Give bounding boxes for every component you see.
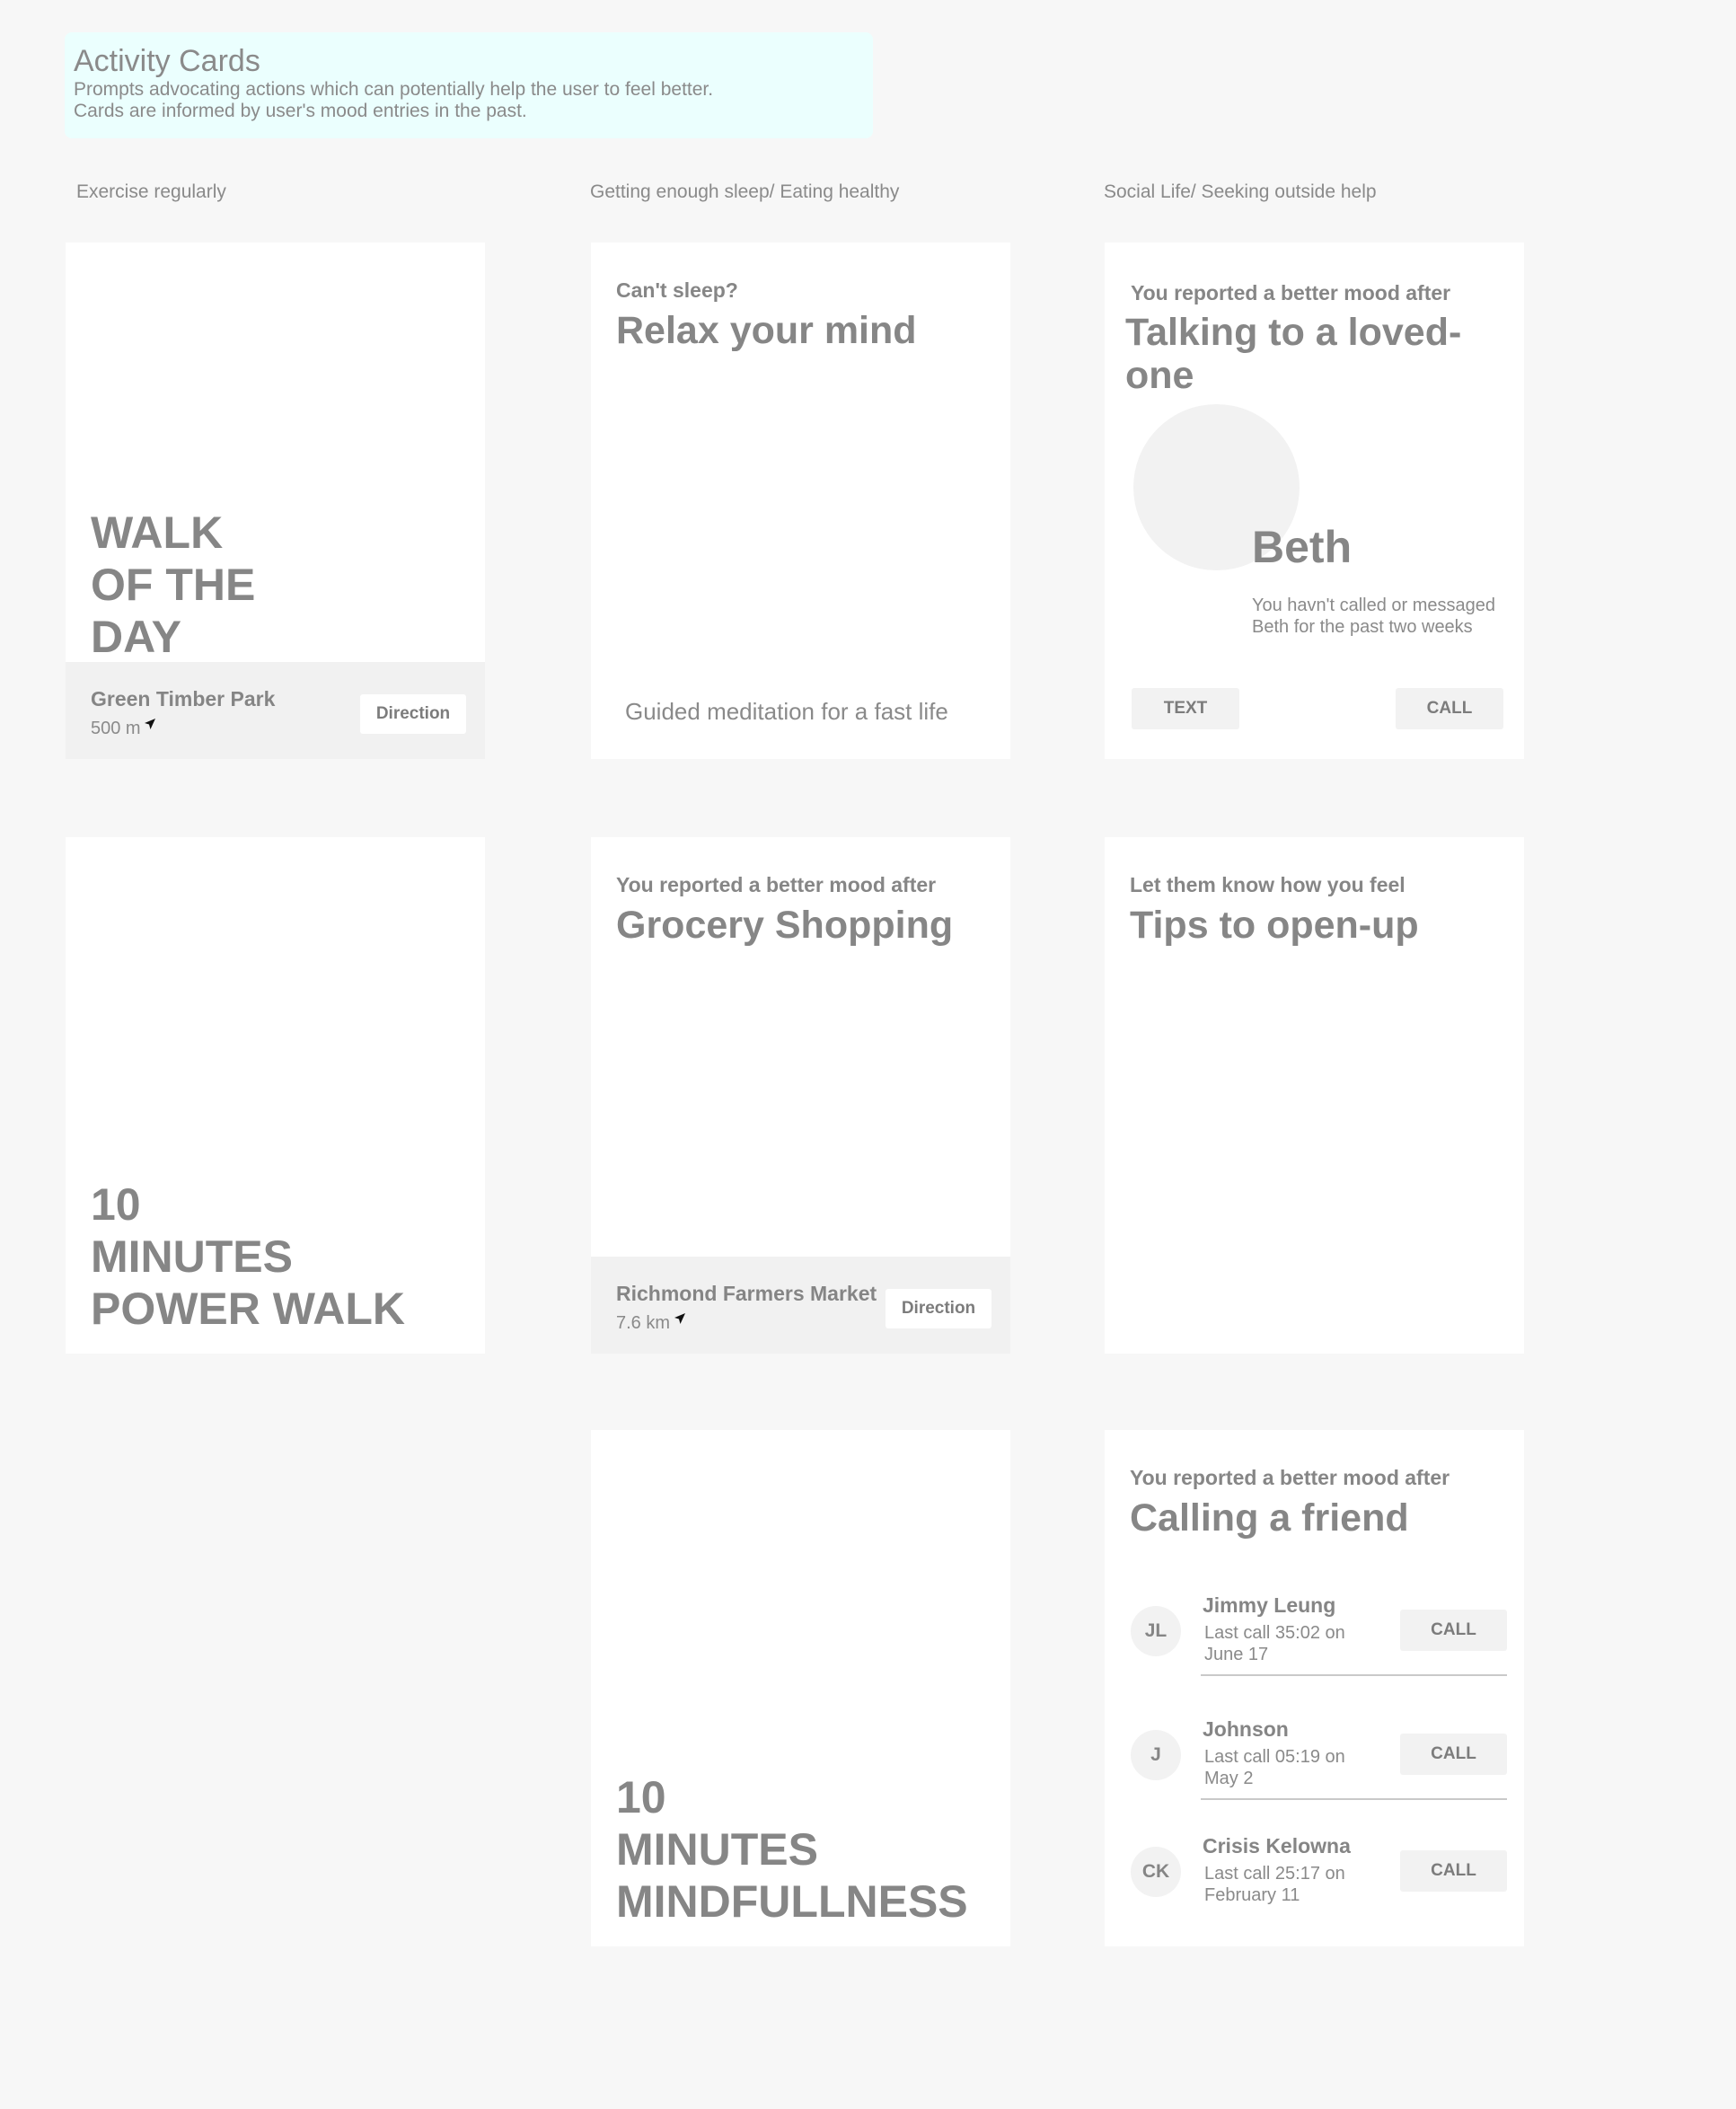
walk-distance-value: 500 m	[91, 719, 141, 738]
call-button[interactable]: CALL	[1396, 688, 1503, 729]
power-walk-line-3: POWER WALK	[91, 1284, 405, 1334]
tips-kicker: Let them know how you feel	[1130, 873, 1406, 896]
contact-name: Jimmy Leung	[1203, 1593, 1336, 1617]
contact-call-button[interactable]: CALL	[1400, 1850, 1507, 1892]
contact-row[interactable]: JL Jimmy Leung Last call 35:02 on June 1…	[1105, 1593, 1524, 1710]
location-arrow-icon	[674, 1313, 685, 1324]
walk-title-line-2: OF THE	[91, 560, 256, 610]
friend-kicker: You reported a better mood after	[1130, 1466, 1450, 1489]
column-heading-exercise: Exercise regularly	[76, 181, 226, 202]
grocery-title: Grocery Shopping	[616, 904, 954, 947]
walk-title-line-1: WALK	[91, 507, 224, 558]
mindfulness-line-3: MINDFULLNESS	[616, 1876, 968, 1927]
loved-one-message: You havn't called or messaged Beth for t…	[1252, 596, 1496, 637]
contact-initials-avatar: J	[1131, 1730, 1181, 1780]
friend-title: Calling a friend	[1130, 1496, 1409, 1540]
walk-of-the-day-card[interactable]: WALK OF THE DAY Green Timber Park 500 m …	[66, 243, 485, 759]
walk-title: WALK OF THE DAY	[91, 507, 255, 663]
walk-location-footer: Green Timber Park 500 m Direction	[66, 662, 485, 759]
loved-one-title: Talking to a loved- one	[1125, 311, 1461, 397]
loved-one-title-line-1: Talking to a loved-	[1125, 311, 1462, 354]
walk-title-line-3: DAY	[91, 612, 181, 662]
note-description-line-2: Cards are informed by user's mood entrie…	[74, 101, 527, 121]
power-walk-title: 10 MINUTES POWER WALK	[91, 1178, 405, 1335]
power-walk-line-2: MINUTES	[91, 1231, 293, 1282]
contact-call-button[interactable]: CALL	[1400, 1734, 1507, 1775]
note-title: Activity Cards	[74, 44, 260, 78]
column-heading-social: Social Life/ Seeking outside help	[1104, 181, 1377, 202]
mindfulness-card[interactable]: 10 MINUTES MINDFULLNESS	[591, 1430, 1010, 1946]
grocery-place-name: Richmond Farmers Market	[616, 1282, 877, 1305]
contact-initials-avatar: CK	[1131, 1847, 1181, 1897]
mindfulness-line-2: MINUTES	[616, 1824, 818, 1875]
contact-name: Johnson	[1203, 1717, 1289, 1741]
loved-one-card[interactable]: You reported a better mood after Talking…	[1105, 243, 1524, 759]
walk-place-name: Green Timber Park	[91, 687, 276, 710]
contact-last-call: Last call 05:19 on May 2	[1204, 1747, 1345, 1788]
grocery-kicker: You reported a better mood after	[616, 873, 937, 896]
tips-to-open-up-card[interactable]: Let them know how you feel Tips to open-…	[1105, 837, 1524, 1354]
column-heading-sleep-eating: Getting enough sleep/ Eating healthy	[590, 181, 900, 202]
contact-last-call: Last call 25:17 on February 11	[1204, 1864, 1345, 1905]
relax-kicker: Can't sleep?	[616, 278, 738, 302]
relax-your-mind-card[interactable]: Can't sleep? Relax your mind Guided medi…	[591, 243, 1010, 759]
grocery-distance: 7.6 km	[616, 1312, 686, 1334]
contact-divider	[1201, 1798, 1507, 1800]
loved-one-title-line-2: one	[1125, 354, 1194, 397]
grocery-direction-button[interactable]: Direction	[886, 1289, 991, 1328]
text-button[interactable]: TEXT	[1132, 688, 1239, 729]
loved-one-name: Beth	[1252, 522, 1353, 572]
power-walk-card[interactable]: 10 MINUTES POWER WALK	[66, 837, 485, 1354]
contact-name: Crisis Kelowna	[1203, 1834, 1351, 1858]
mindfulness-line-1: 10	[616, 1772, 666, 1822]
note-description-line-1: Prompts advocating actions which can pot…	[74, 79, 714, 100]
contact-initials-avatar: JL	[1131, 1606, 1181, 1656]
contact-row[interactable]: CK Crisis Kelowna Last call 25:17 on Feb…	[1105, 1834, 1524, 1933]
relax-title: Relax your mind	[616, 309, 917, 352]
contact-row[interactable]: J Johnson Last call 05:19 on May 2 CALL	[1105, 1717, 1524, 1834]
loved-one-kicker: You reported a better mood after	[1131, 281, 1451, 304]
calling-a-friend-card[interactable]: You reported a better mood after Calling…	[1105, 1430, 1524, 1946]
location-arrow-icon	[145, 719, 156, 729]
mindfulness-title: 10 MINUTES MINDFULLNESS	[616, 1771, 968, 1928]
grocery-location-footer: Richmond Farmers Market 7.6 km Direction	[591, 1257, 1010, 1354]
walk-direction-button[interactable]: Direction	[360, 694, 466, 734]
contact-last-call: Last call 35:02 on June 17	[1204, 1623, 1345, 1664]
activity-cards-note: Activity Cards Prompts advocating action…	[65, 32, 873, 138]
contact-call-button[interactable]: CALL	[1400, 1610, 1507, 1651]
power-walk-line-1: 10	[91, 1179, 141, 1230]
contact-divider	[1201, 1674, 1507, 1676]
tips-title: Tips to open-up	[1130, 904, 1419, 947]
walk-distance: 500 m	[91, 718, 156, 739]
relax-caption: Guided meditation for a fast life	[625, 698, 948, 725]
grocery-distance-value: 7.6 km	[616, 1313, 671, 1333]
grocery-shopping-card[interactable]: You reported a better mood after Grocery…	[591, 837, 1010, 1354]
